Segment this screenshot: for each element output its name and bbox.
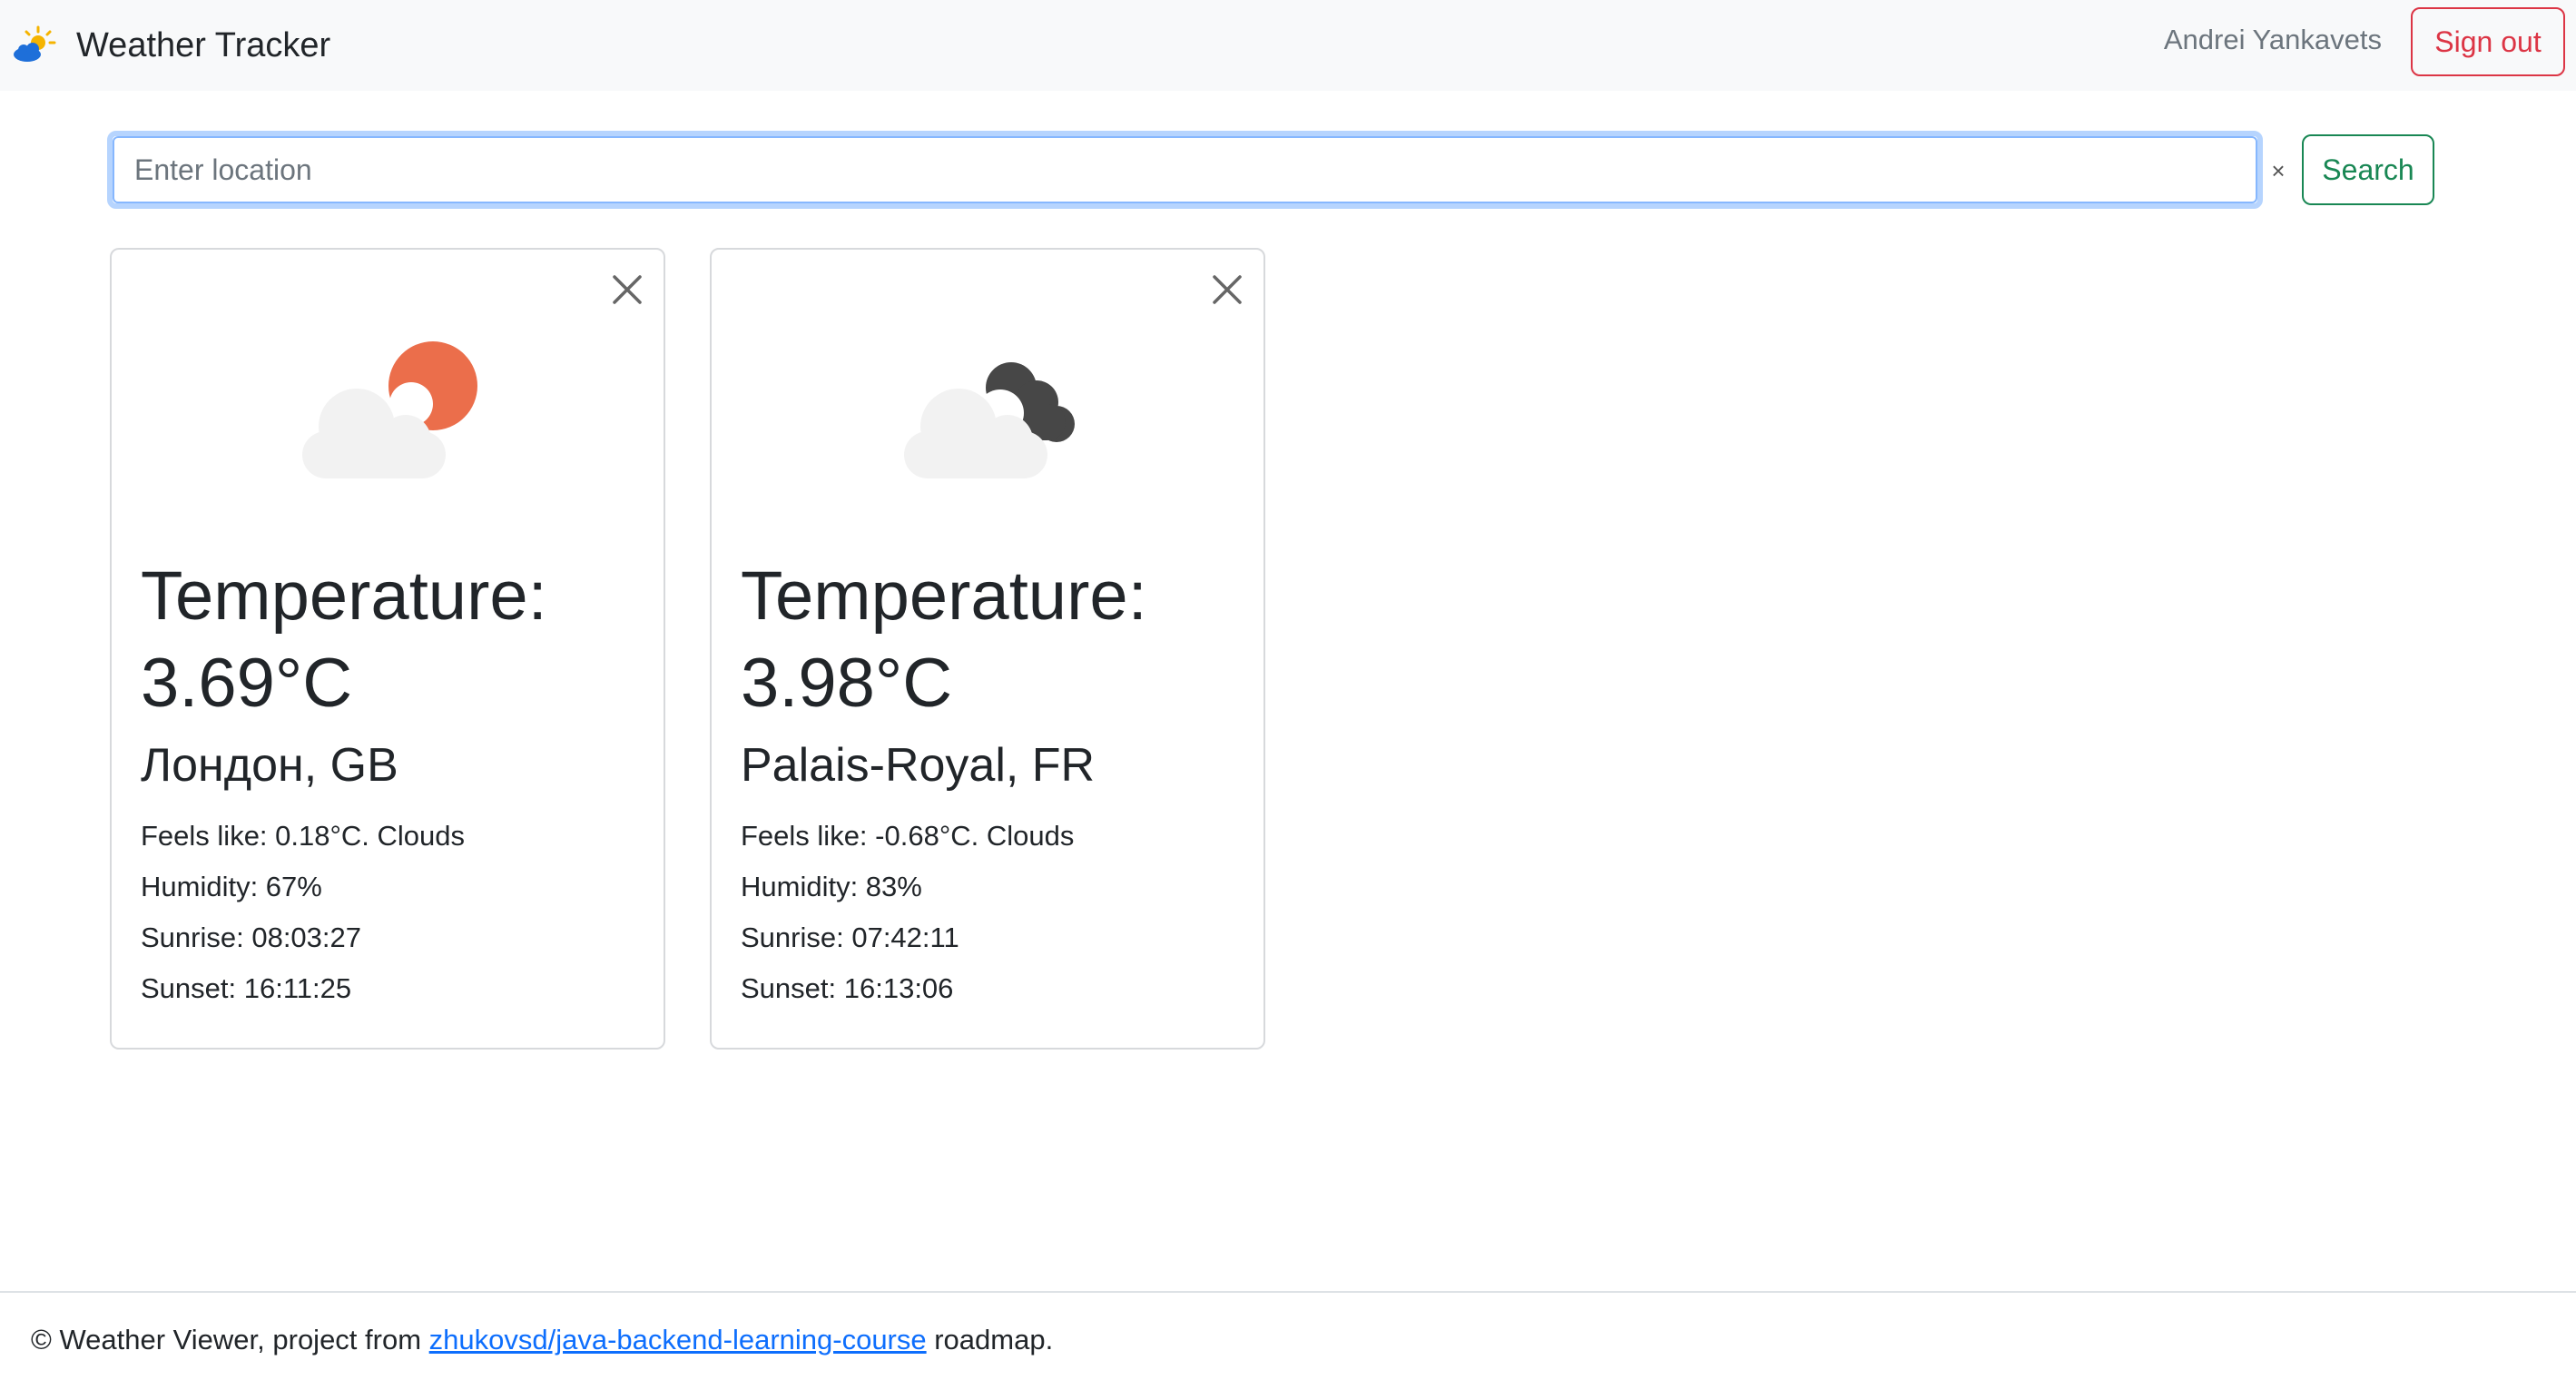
signout-button[interactable]: Sign out [2411,7,2565,76]
city-name: Palais-Royal, FR [741,739,1096,792]
card-body: Temperature: 3.69°C Лондон, GB Feels lik… [141,553,649,1014]
search-input[interactable] [113,136,2257,203]
search-button[interactable]: Search [2302,134,2434,205]
search-input-wrapper [107,131,2263,209]
humidity-text: Humidity: 83% [741,871,922,902]
sunset-text: Sunset: 16:13:06 [741,972,954,1004]
feels-like-text: Feels like: -0.68°C. Clouds [741,820,1075,852]
weather-card: Temperature: 3.98°C Palais-Royal, FR Fee… [710,248,1265,1050]
navbar: Weather Tracker Andrei Yankavets Sign ou… [0,0,2576,91]
close-icon[interactable] [609,271,645,308]
footer-suffix: roadmap. [926,1324,1054,1355]
clear-search-icon[interactable]: × [2262,153,2295,189]
feels-like-text: Feels like: 0.18°C. Clouds [141,820,465,852]
course-link[interactable]: zhukovsd/java-backend-learning-course [429,1324,927,1355]
footer: © Weather Viewer, project from zhukovsd/… [31,1324,1053,1356]
close-icon[interactable] [1209,271,1245,308]
footer-prefix: © Weather Viewer, project from [31,1324,429,1355]
sunrise-text: Sunrise: 08:03:27 [141,922,362,953]
brand-link[interactable]: Weather Tracker [11,18,330,73]
weather-card: Temperature: 3.69°C Лондон, GB Feels lik… [110,248,665,1050]
temperature-text: Temperature: 3.98°C [741,557,1147,722]
clouds-icon [904,362,1075,478]
temperature-text: Temperature: 3.69°C [141,557,547,722]
card-body: Temperature: 3.98°C Palais-Royal, FR Fee… [741,553,1249,1014]
weather-logo-icon [14,25,56,62]
footer-divider [0,1291,2576,1293]
humidity-text: Humidity: 67% [141,871,322,902]
sunset-text: Sunset: 16:11:25 [141,972,352,1004]
city-name: Лондон, GB [141,739,398,792]
cloud-sun-icon [302,341,477,478]
sunrise-text: Sunrise: 07:42:11 [741,922,959,953]
brand-title: Weather Tracker [76,25,331,64]
username-label: Andrei Yankavets [2163,24,2382,55]
